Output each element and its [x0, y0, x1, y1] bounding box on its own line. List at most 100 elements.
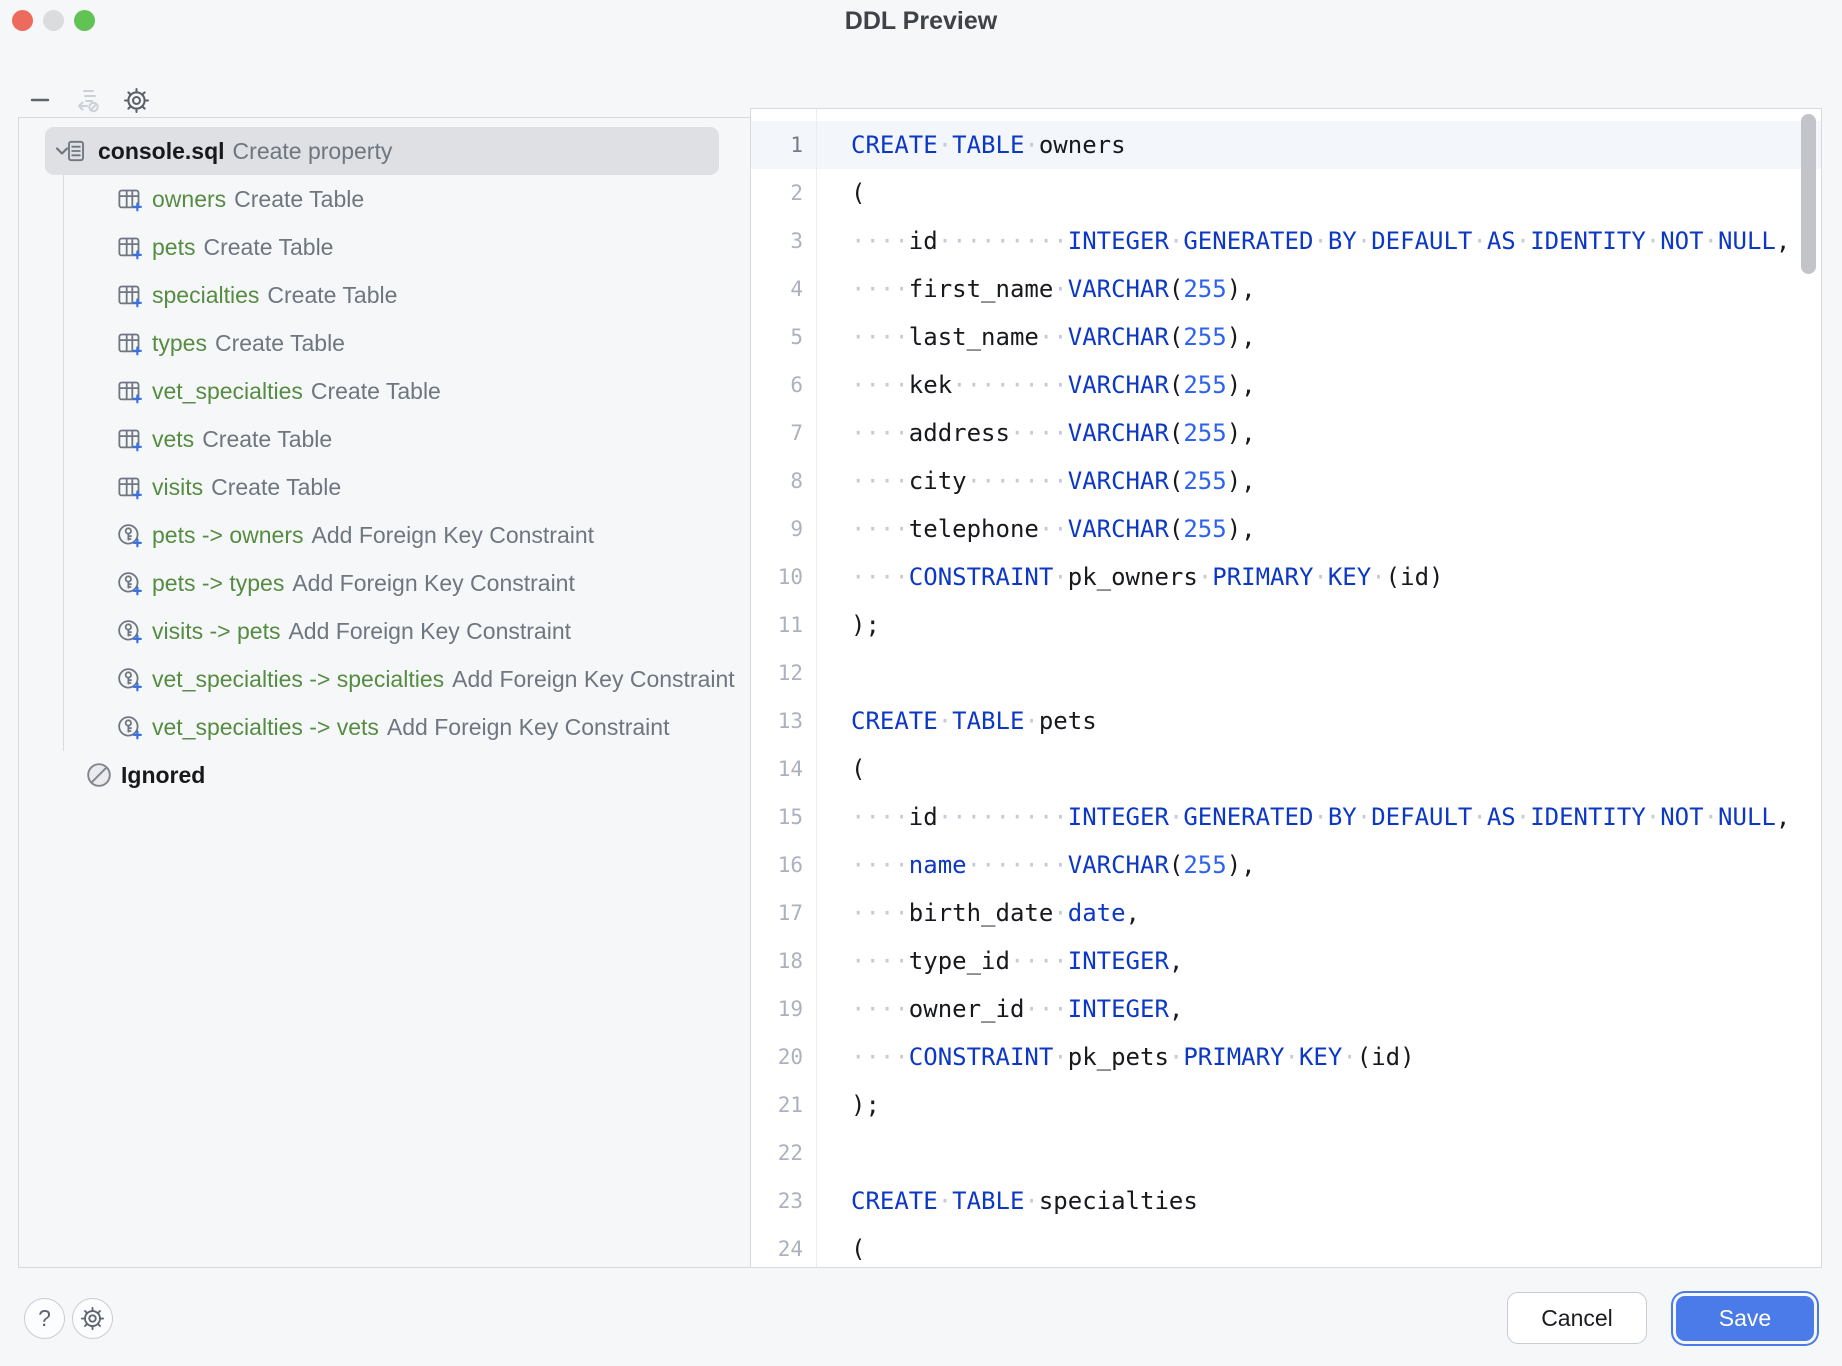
line-number: 4 — [751, 265, 803, 313]
title-bar: DDL Preview — [0, 0, 1842, 42]
code-line[interactable]: 9····telephone··VARCHAR(255), — [751, 505, 1821, 553]
code-text: CREATE·TABLE·owners — [851, 121, 1126, 169]
code-line[interactable]: 16····name·······VARCHAR(255), — [751, 841, 1821, 889]
collapse-all-button[interactable] — [24, 84, 56, 116]
code-line[interactable]: 21); — [751, 1081, 1821, 1129]
line-number: 18 — [751, 937, 803, 985]
ddl-tree-panel: console.sql Create property ownersCreate… — [18, 117, 750, 1268]
code-line[interactable]: 5····last_name··VARCHAR(255), — [751, 313, 1821, 361]
tree-item-action: Add Foreign Key Constraint — [312, 522, 595, 549]
code-line[interactable]: 14 ( — [751, 745, 1821, 793]
tree-item[interactable]: vet_specialtiesCreate Table — [19, 367, 750, 415]
code-line[interactable]: 19····owner_id···INTEGER, — [751, 985, 1821, 1033]
tree-item[interactable]: types Create Table — [19, 319, 750, 367]
help-button[interactable]: ? — [24, 1298, 65, 1339]
code-line[interactable]: 10 ····CONSTRAINT·pk_owners·PRIMARY·KEY·(… — [751, 553, 1821, 601]
tree-item-console-sql[interactable]: console.sql Create property — [19, 127, 750, 175]
tree-item[interactable]: petsCreate Table — [19, 223, 750, 271]
cancel-button[interactable]: Cancel — [1507, 1292, 1647, 1344]
code-line[interactable]: 8····city·······VARCHAR(255), — [751, 457, 1821, 505]
tree-item-action: Add Foreign Key Constraint — [288, 618, 571, 645]
code-line[interactable]: 3····id·········INTEGER·GENERATED·BY·DEF… — [751, 217, 1821, 265]
tree-item[interactable]: pets -> typesAdd Foreign Key Constraint — [19, 559, 750, 607]
table-add-icon — [116, 474, 143, 501]
foreign-key-add-icon — [116, 666, 143, 693]
tree-item[interactable]: vet_specialties -> specialtiesAdd Foreig… — [19, 655, 750, 703]
code-text: ····owner_id···INTEGER, — [851, 985, 1183, 1033]
foreign-key-add-icon — [116, 570, 143, 597]
ddl-preview-dialog: { "window": { "title": "DDL Preview" }, … — [0, 0, 1842, 1366]
tree-item-action: Create Table — [203, 234, 333, 261]
table-add-icon — [116, 186, 143, 213]
code-text: CREATE·TABLE·specialties — [851, 1177, 1198, 1225]
code-line[interactable]: 22 — [751, 1129, 1821, 1177]
tree-item-action: Add Foreign Key Constraint — [292, 570, 575, 597]
code-line[interactable]: 24 ( — [751, 1225, 1821, 1268]
foreign-key-add-icon — [116, 522, 143, 549]
code-line[interactable]: 7 ····address····VARCHAR(255), — [751, 409, 1821, 457]
code-line[interactable]: 15····id·········INTEGER·GENERATED·BY·DE… — [751, 793, 1821, 841]
code-line[interactable]: 1 CREATE·TABLE·owners — [751, 121, 1821, 169]
line-number: 7 — [751, 409, 803, 457]
tree-item-name: vet_specialties -> vets — [152, 714, 379, 741]
tree-item-action: Add Foreign Key Constraint — [387, 714, 670, 741]
tree-settings-button[interactable] — [120, 84, 152, 116]
tree-item[interactable]: pets -> ownersAdd Foreign Key Constraint — [19, 511, 750, 559]
line-number: 21 — [751, 1081, 803, 1129]
tree-item-ignored[interactable]: Ignored — [19, 751, 750, 799]
line-number: 22 — [751, 1129, 803, 1177]
line-number: 14 — [751, 745, 803, 793]
tree-item[interactable]: vet_specialties -> vets Add Foreign Key C… — [19, 703, 750, 751]
code-text: ····CONSTRAINT·pk_owners·PRIMARY·KEY·(id… — [851, 553, 1443, 601]
chevron-down-icon[interactable] — [49, 138, 75, 164]
rollback-disabled-icon — [74, 86, 102, 114]
tree-item[interactable]: ownersCreate Table — [19, 175, 750, 223]
tree-toolbar — [24, 82, 152, 118]
code-line[interactable]: 11); — [751, 601, 1821, 649]
code-text: ····telephone··VARCHAR(255), — [851, 505, 1256, 553]
line-number: 11 — [751, 601, 803, 649]
footer-settings-button[interactable] — [72, 1298, 113, 1339]
code-text: ( — [851, 745, 865, 793]
code-line[interactable]: 12 — [751, 649, 1821, 697]
tree-item[interactable]: vetsCreate Table — [19, 415, 750, 463]
tree-item-name: visits — [152, 474, 203, 501]
line-number: 24 — [751, 1225, 803, 1268]
line-number: 15 — [751, 793, 803, 841]
code-text: ( — [851, 1225, 865, 1268]
ddl-preview-editor[interactable]: 1CREATE·TABLE·owners2(3····id·········IN… — [750, 108, 1822, 1268]
code-text: ····kek········VARCHAR(255), — [851, 361, 1256, 409]
code-line[interactable]: 23CREATE·TABLE·specialties — [751, 1177, 1821, 1225]
tree-item-action: Create Table — [267, 282, 397, 309]
tree-item-action: Create Table — [211, 474, 341, 501]
line-number: 20 — [751, 1033, 803, 1081]
line-number: 5 — [751, 313, 803, 361]
save-button[interactable]: Save — [1676, 1296, 1814, 1341]
code-text: ); — [851, 601, 880, 649]
code-line[interactable]: 17····birth_date·date, — [751, 889, 1821, 937]
tree-item[interactable]: specialtiesCreate Table — [19, 271, 750, 319]
table-add-icon — [116, 378, 143, 405]
line-number: 6 — [751, 361, 803, 409]
line-number: 17 — [751, 889, 803, 937]
minus-icon — [29, 89, 51, 111]
editor-vertical-scrollbar[interactable] — [1801, 114, 1816, 274]
code-text: ); — [851, 1081, 880, 1129]
line-number: 1 — [751, 121, 803, 169]
line-number: 10 — [751, 553, 803, 601]
code-line[interactable]: 6 ····kek········VARCHAR(255), — [751, 361, 1821, 409]
table-add-icon — [116, 330, 143, 357]
code-line[interactable]: 18····type_id····INTEGER, — [751, 937, 1821, 985]
code-text: ····address····VARCHAR(255), — [851, 409, 1256, 457]
tree-item-action: Create Table — [215, 330, 345, 357]
tree-item[interactable]: visits Create Table — [19, 463, 750, 511]
rollback-changes-button[interactable] — [72, 84, 104, 116]
line-number: 2 — [751, 169, 803, 217]
tree-item[interactable]: visits -> petsAdd Foreign Key Constraint — [19, 607, 750, 655]
code-line[interactable]: 13CREATE·TABLE·pets — [751, 697, 1821, 745]
code-line[interactable]: 20····CONSTRAINT·pk_pets·PRIMARY·KEY·(id… — [751, 1033, 1821, 1081]
slash-circle-icon — [86, 762, 112, 788]
tree-item-name: types — [152, 330, 207, 357]
code-line[interactable]: 2( — [751, 169, 1821, 217]
code-line[interactable]: 4····first_name·VARCHAR(255), — [751, 265, 1821, 313]
